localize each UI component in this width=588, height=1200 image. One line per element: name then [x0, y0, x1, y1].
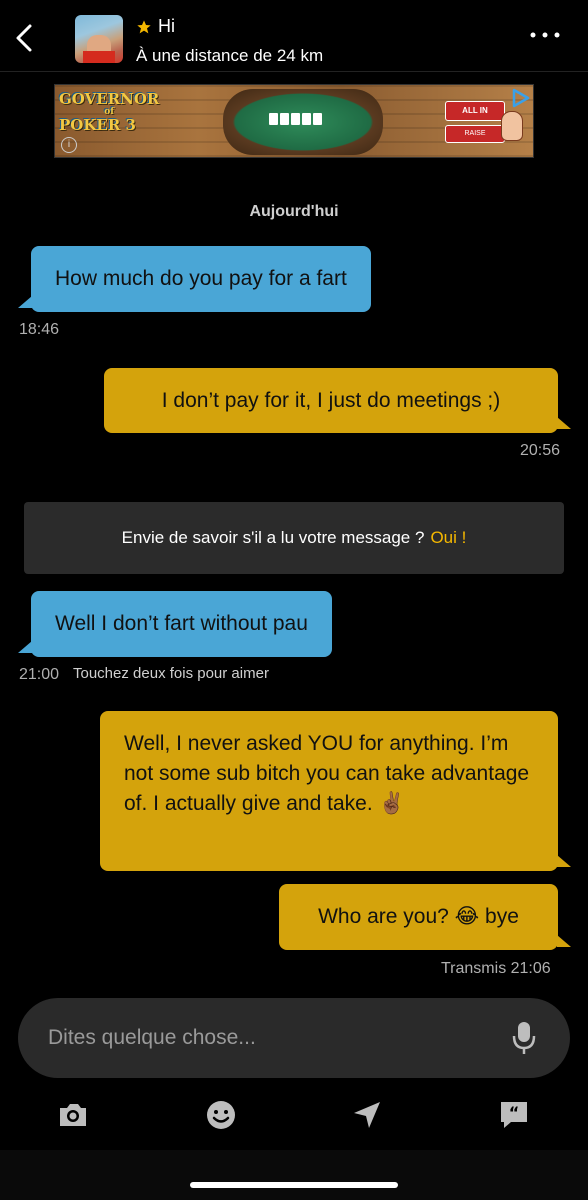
microphone-icon[interactable] [510, 1020, 538, 1056]
bubble-tail [18, 296, 32, 308]
ad-banner[interactable]: GOVERNOR of POKER 3 ALL IN RAISE i [54, 84, 534, 158]
message-input[interactable] [48, 1018, 498, 1058]
location-icon[interactable] [350, 1098, 384, 1132]
compose-bar [18, 998, 570, 1078]
profile-name-row[interactable]: Hi [136, 16, 175, 37]
favorite-star-icon [137, 19, 151, 33]
bubble-tail [557, 417, 571, 429]
bubble-tail [557, 935, 571, 947]
outgoing-message[interactable]: Who are you? 😂 bye [279, 884, 558, 950]
read-receipt-prompt[interactable]: Envie de savoir s'il a lu votre message … [24, 502, 564, 574]
home-indicator-area [0, 1150, 588, 1200]
chat-header: Hi À une distance de 24 km [0, 0, 588, 72]
message-delivery-status: Transmis 21:06 [441, 960, 551, 977]
more-options-icon[interactable] [528, 30, 562, 40]
incoming-message[interactable]: How much do you pay for a fart [31, 246, 371, 312]
ad-raise-button: RAISE [445, 125, 505, 143]
back-chevron-icon[interactable] [10, 20, 38, 56]
ad-play-icon[interactable] [509, 87, 531, 109]
double-tap-like-hint: Touchez deux fois pour aimer [73, 665, 269, 682]
incoming-message[interactable]: Well I don’t fart without pau [31, 591, 332, 657]
bubble-tail [18, 641, 32, 653]
ad-info-icon[interactable]: i [61, 137, 77, 153]
message-time: 20:56 [520, 442, 561, 459]
read-receipt-yes-link[interactable]: Oui ! [430, 528, 466, 548]
profile-avatar[interactable] [75, 15, 123, 63]
read-receipt-text: Envie de savoir s'il a lu votre message … [121, 528, 425, 547]
quick-reply-icon[interactable]: “ [497, 1098, 531, 1132]
message-time: 21:00 [19, 666, 60, 683]
home-indicator[interactable] [190, 1182, 398, 1188]
profile-name: Hi [158, 16, 175, 36]
outgoing-message[interactable]: Well, I never asked YOU for anything. I’… [100, 711, 558, 871]
emoji-icon[interactable] [204, 1098, 238, 1132]
profile-distance: À une distance de 24 km [136, 46, 324, 65]
date-separator: Aujourd'hui [249, 203, 339, 220]
bottom-toolbar: “ [0, 1090, 588, 1140]
svg-text:“: “ [509, 1103, 520, 1122]
bubble-tail [557, 855, 571, 867]
ad-logo: GOVERNOR of POKER 3 [59, 90, 160, 134]
outgoing-message[interactable]: I don’t pay for it, I just do meetings ;… [104, 368, 558, 433]
message-time: 18:46 [19, 321, 60, 338]
ad-cards [269, 113, 322, 125]
camera-icon[interactable] [56, 1098, 90, 1132]
ad-allin-button: ALL IN [445, 101, 505, 121]
ad-hand-icon [501, 111, 523, 141]
